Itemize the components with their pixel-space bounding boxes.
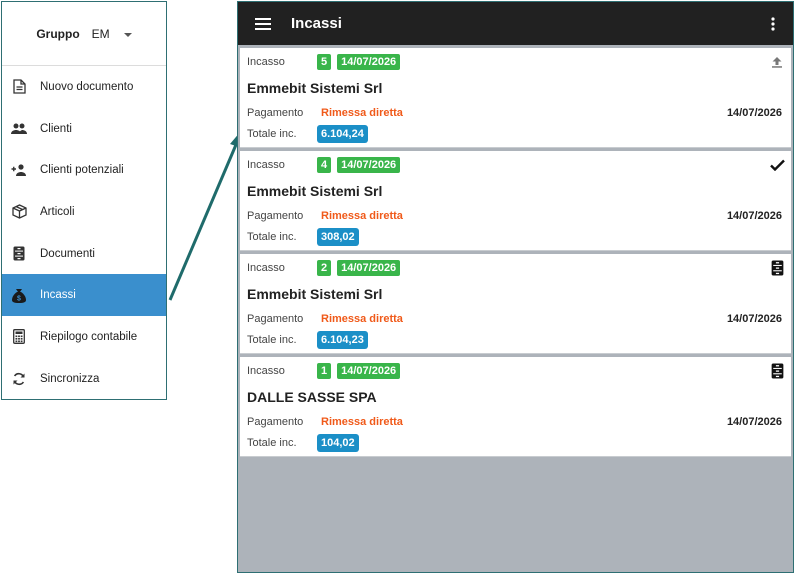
incasso-date-badge: 14/07/2026 [337,54,401,70]
menu-item-riepilogo-contabile[interactable]: Riepilogo contabile [2,316,166,358]
incasso-label: Incasso [247,365,285,377]
incasso-card[interactable]: Incasso 5 14/07/2026 Emmebit Sistemi Srl… [240,48,791,148]
menu-item-label: Clienti [40,122,72,135]
incasso-number-badge: 1 [317,363,332,379]
upload-icon[interactable] [769,54,785,70]
card-header-row: Incasso 5 14/07/2026 [247,54,401,70]
incasso-date-badge: 14/07/2026 [337,260,401,276]
menu-item-clienti-potenziali[interactable]: Clienti potenziali [2,149,166,191]
menu-item-label: Documenti [40,247,95,260]
totale-label: Totale inc. [247,231,297,243]
cabinet-icon [11,246,27,262]
menu-item-label: Nuovo documento [40,80,134,93]
pagamento-label: Pagamento [247,210,304,222]
payment-method: Rimessa diretta [321,313,403,325]
total-row: Totale inc. 6.104,23 [247,331,368,349]
menu-item-nuovo-documento[interactable]: Nuovo documento [2,66,166,108]
calculator-icon [11,329,27,345]
payment-method: Rimessa diretta [321,107,403,119]
client-name: Emmebit Sistemi Srl [247,183,383,199]
total-amount-badge: 6.104,24 [317,125,368,143]
document-date: 14/07/2026 [726,416,782,428]
client-name: Emmebit Sistemi Srl [247,80,383,96]
total-row: Totale inc. 6.104,24 [247,125,368,143]
caret-down-icon[interactable] [123,32,132,37]
check-icon [769,157,785,173]
document-date: 14/07/2026 [726,313,782,325]
incasso-card[interactable]: Incasso 4 14/07/2026 Emmebit Sistemi Srl… [240,151,791,251]
pagamento-label: Pagamento [247,416,304,428]
group-label: Gruppo [36,26,80,41]
client-name: DALLE SASSE SPA [247,389,377,405]
card-header-row: Incasso 4 14/07/2026 [247,157,401,173]
hamburger-menu-icon[interactable] [253,14,273,34]
incasso-label: Incasso [247,56,285,68]
totale-label: Totale inc. [247,334,297,346]
total-amount-badge: 104,02 [317,434,359,452]
incasso-date-badge: 14/07/2026 [337,363,401,379]
menu-item-clienti[interactable]: Clienti [2,108,166,150]
svg-text:$: $ [17,295,21,302]
incasso-label: Incasso [247,262,285,274]
cabinet-icon [769,363,785,379]
document-date: 14/07/2026 [726,210,782,222]
menu-item-incassi[interactable]: $ Incassi [2,274,166,317]
client-name: Emmebit Sistemi Srl [247,286,383,302]
incasso-number-badge: 5 [317,54,332,70]
menu-item-label: Clienti potenziali [40,164,124,177]
menu-item-label: Articoli [40,205,75,218]
menu-item-label: Incassi [40,289,76,302]
document-date: 14/07/2026 [726,107,782,119]
more-vert-icon[interactable] [763,14,783,34]
group-value: EM [91,26,110,41]
app-bar: Incassi [238,2,793,45]
total-amount-badge: 308,02 [317,228,359,246]
app-window: Incassi Incasso 5 14/07/2026 Emmebit Sis… [237,1,794,573]
totale-label: Totale inc. [247,437,297,449]
box-icon [11,204,27,220]
incasso-card[interactable]: Incasso 1 14/07/2026 DALLE SASSE SPA Pag… [240,357,791,457]
pagamento-label: Pagamento [247,313,304,325]
pagamento-label: Pagamento [247,107,304,119]
incassi-list: Incasso 5 14/07/2026 Emmebit Sistemi Srl… [238,45,793,457]
people-icon [11,121,27,137]
navigation-drawer: Gruppo EM Nuovo documento Clienti Client… [1,1,167,400]
payment-row: Pagamento Rimessa diretta [247,107,403,119]
payment-method: Rimessa diretta [321,210,403,222]
menu-item-sincronizza[interactable]: Sincronizza [2,358,166,400]
menu-item-label: Sincronizza [40,372,100,385]
payment-row: Pagamento Rimessa diretta [247,416,403,428]
menu-item-articoli[interactable]: Articoli [2,191,166,233]
money-bag-icon: $ [11,287,27,303]
drawer-menu: Nuovo documento Clienti Clienti potenzia… [2,66,166,400]
incasso-number-badge: 2 [317,260,332,276]
group-selector[interactable]: Gruppo EM [2,2,166,66]
menu-item-label: Riepilogo contabile [40,330,138,343]
cabinet-icon [769,260,785,276]
payment-method: Rimessa diretta [321,416,403,428]
total-row: Totale inc. 104,02 [247,434,359,452]
incasso-card[interactable]: Incasso 2 14/07/2026 Emmebit Sistemi Srl… [240,254,791,354]
person-add-icon [11,162,27,178]
sync-icon [11,371,27,387]
totale-label: Totale inc. [247,128,297,140]
menu-item-documenti[interactable]: Documenti [2,233,166,275]
incasso-number-badge: 4 [317,157,332,173]
payment-row: Pagamento Rimessa diretta [247,210,403,222]
page-title: Incassi [291,15,342,32]
payment-row: Pagamento Rimessa diretta [247,313,403,325]
document-icon [11,79,27,95]
total-row: Totale inc. 308,02 [247,228,359,246]
card-header-row: Incasso 2 14/07/2026 [247,260,401,276]
card-header-row: Incasso 1 14/07/2026 [247,363,401,379]
incasso-label: Incasso [247,159,285,171]
total-amount-badge: 6.104,23 [317,331,368,349]
incasso-date-badge: 14/07/2026 [337,157,401,173]
